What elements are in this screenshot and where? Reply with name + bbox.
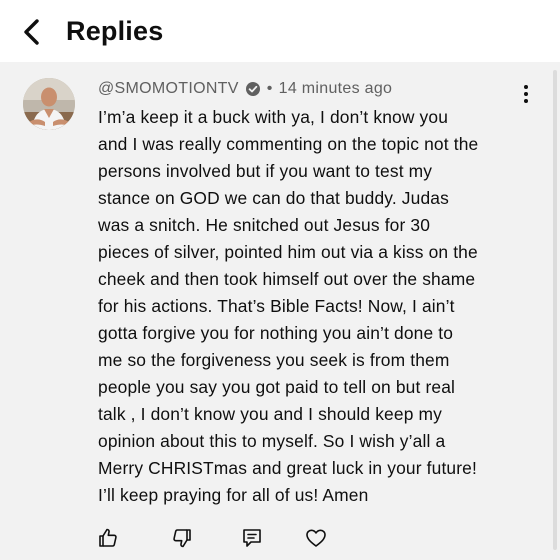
thumbs-down-icon: [173, 529, 191, 548]
comment-meta: @SMOMOTIONTV • 14 minutes ago: [98, 78, 392, 100]
dislike-button[interactable]: [170, 526, 194, 550]
reply-icon: [243, 529, 261, 547]
author-handle[interactable]: @SMOMOTIONTV: [98, 80, 239, 98]
chevron-left-icon: [24, 19, 39, 45]
timestamp: 14 minutes ago: [278, 80, 393, 97]
page-title: Replies: [66, 16, 164, 46]
thumbs-up-icon: [99, 528, 117, 547]
scrollbar[interactable]: [553, 70, 557, 550]
more-options-button[interactable]: [516, 80, 536, 108]
comment-line: was a snitch. He snitched out Jesus for …: [98, 215, 431, 235]
comment-line: opinion about this to myself. So I wish …: [98, 431, 446, 451]
comment-text: I’m’a keep it a buck with ya, I don’t kn…: [98, 104, 538, 509]
comment-line: pieces of silver, pointed him out via a …: [98, 242, 478, 262]
comment-line: cheek and then took himself out over the…: [98, 269, 476, 289]
more-options-icon: [524, 85, 528, 89]
comment-line: stance on GOD we can do that buddy. Juda…: [98, 188, 449, 208]
back-button[interactable]: [14, 14, 50, 50]
comment-line: I’ll keep praying for all of us! Amen: [98, 485, 369, 505]
comment-line: talk , I don’t know you and I should kee…: [98, 404, 442, 424]
heart-icon: [306, 529, 326, 547]
verified-badge-icon: [245, 81, 261, 97]
meta-separator: •: [266, 80, 273, 97]
comment-line: gotta forgive you for nothing you ain’t …: [98, 323, 454, 343]
comment-line: Merry CHRISTmas and great luck in your f…: [98, 458, 477, 478]
comment-actions: [96, 524, 328, 552]
heart-button[interactable]: [304, 526, 328, 550]
comment-line: persons involved but if you want to test…: [98, 161, 433, 181]
avatar[interactable]: [23, 78, 75, 130]
header: Replies: [0, 0, 560, 62]
comment-line: me so the forgiveness you seek is from t…: [98, 350, 450, 370]
comment-thread: @SMOMOTIONTV • 14 minutes ago I’m’a keep…: [0, 62, 560, 560]
comment-line: people you say you got paid to tell on b…: [98, 377, 456, 397]
reply-button[interactable]: [240, 526, 264, 550]
avatar-image: [23, 78, 75, 130]
comment-line: for his actions. That’s Bible Facts! Now…: [98, 296, 455, 316]
like-button[interactable]: [96, 526, 120, 550]
comment-line: and I was really commenting on the topic…: [98, 134, 479, 154]
comment-line: I’m’a keep it a buck with ya, I don’t kn…: [98, 107, 449, 127]
